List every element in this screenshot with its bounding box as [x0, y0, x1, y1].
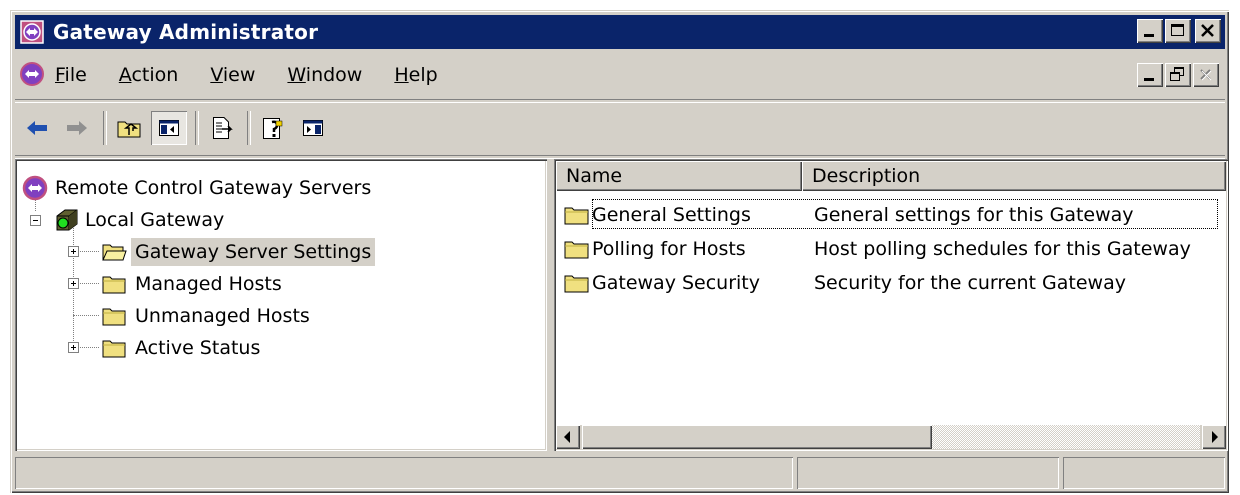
- maximize-icon: [1171, 24, 1184, 36]
- scroll-right-button[interactable]: [1202, 425, 1226, 449]
- minimize-icon: [1144, 78, 1154, 81]
- forward-button[interactable]: [59, 111, 95, 145]
- tree-item-gateway-server-settings[interactable]: Gateway Server Settings: [101, 237, 376, 267]
- forward-icon: [67, 121, 87, 135]
- scroll-left-button[interactable]: [556, 425, 580, 449]
- up-one-level-button[interactable]: [111, 111, 147, 145]
- list-row-general-settings[interactable]: General Settings General settings for th…: [564, 199, 1134, 231]
- scroll-thumb[interactable]: [582, 425, 932, 449]
- console-menu-icon[interactable]: [17, 59, 47, 89]
- tree-item-label: Managed Hosts: [135, 273, 282, 295]
- column-header-name[interactable]: Name: [556, 161, 802, 191]
- back-button[interactable]: [19, 111, 55, 145]
- show-hide-action-pane-icon: [303, 120, 323, 136]
- app-window: Gateway Administrator File Action View W…: [10, 10, 1229, 493]
- tree-root-label: Remote Control Gateway Servers: [55, 177, 372, 199]
- show-hide-tree-icon: [159, 120, 179, 136]
- folder-icon: [102, 276, 126, 294]
- expander-gateway-server-settings[interactable]: [68, 246, 79, 257]
- export-list-icon: [213, 117, 233, 139]
- export-list-button[interactable]: [203, 111, 239, 145]
- help-icon: [263, 118, 283, 139]
- minimize-icon: [1144, 34, 1154, 37]
- list-row-name: Gateway Security: [592, 272, 760, 294]
- minimize-button[interactable]: [1137, 19, 1163, 43]
- up-level-icon: [117, 121, 141, 138]
- arrow-left-icon: [564, 431, 570, 443]
- maximize-button[interactable]: [1165, 19, 1191, 43]
- details-list[interactable]: Name Description General Settings Genera…: [554, 159, 1228, 451]
- close-button[interactable]: [1195, 19, 1221, 43]
- toolbar: [15, 103, 1225, 153]
- menu-action[interactable]: Action: [119, 64, 179, 86]
- close-icon: [1201, 24, 1214, 37]
- menu-window[interactable]: Window: [287, 64, 362, 86]
- folder-icon: [564, 207, 589, 225]
- list-row-polling-for-hosts[interactable]: Polling for Hosts Host polling schedules…: [564, 233, 1191, 265]
- arrow-right-icon: [1212, 431, 1218, 443]
- expander-local-gateway[interactable]: [30, 215, 41, 226]
- back-icon: [27, 121, 47, 135]
- status-cell-3: [1063, 457, 1225, 489]
- status-cell-2: [797, 457, 1059, 489]
- folder-icon: [564, 241, 589, 259]
- folder-icon: [102, 340, 126, 358]
- console-tree[interactable]: Remote Control Gateway Servers Local Gat…: [15, 159, 547, 451]
- show-hide-console-tree-button[interactable]: [151, 111, 187, 145]
- window-title: Gateway Administrator: [53, 20, 319, 44]
- child-close-button: [1193, 63, 1219, 87]
- menu-help[interactable]: Help: [394, 64, 437, 86]
- show-hide-action-pane-button[interactable]: [295, 111, 331, 145]
- tree-item-local-gateway[interactable]: Local Gateway: [53, 205, 228, 235]
- list-row-name: Polling for Hosts: [592, 238, 746, 260]
- menu-bar: File Action View Window Help: [15, 53, 1225, 97]
- remote-control-gateway-icon: [22, 175, 48, 201]
- tree-item-label: Gateway Server Settings: [131, 238, 376, 266]
- tree-item-label: Unmanaged Hosts: [135, 305, 310, 327]
- tree-item-active-status[interactable]: Active Status: [101, 333, 264, 363]
- close-icon: [1200, 69, 1212, 81]
- menu-view[interactable]: View: [210, 64, 255, 86]
- status-cell-main: [15, 457, 793, 489]
- tree-item-label: Active Status: [135, 337, 261, 359]
- expander-active-status[interactable]: [68, 342, 79, 353]
- open-folder-icon: [102, 244, 127, 261]
- folder-icon: [102, 308, 126, 326]
- restore-icon: [1170, 67, 1184, 81]
- list-header: Name Description: [556, 161, 1226, 191]
- child-restore-button[interactable]: [1165, 63, 1191, 87]
- tree-item-managed-hosts[interactable]: Managed Hosts: [101, 269, 286, 299]
- list-row-description: Host polling schedules for this Gateway: [814, 238, 1191, 260]
- list-row-description: Security for the current Gateway: [814, 272, 1126, 294]
- help-button[interactable]: [255, 111, 291, 145]
- list-row-gateway-security[interactable]: Gateway Security Security for the curren…: [564, 267, 1126, 299]
- menu-file[interactable]: File: [55, 64, 87, 86]
- column-header-description[interactable]: Description: [802, 161, 1226, 191]
- list-row-name: General Settings: [592, 204, 751, 226]
- expander-managed-hosts[interactable]: [68, 278, 79, 289]
- status-bar: [15, 457, 1225, 489]
- tree-item-label: Local Gateway: [85, 209, 225, 231]
- folder-icon: [564, 275, 589, 293]
- server-cube-icon: [56, 209, 78, 231]
- list-row-description: General settings for this Gateway: [814, 204, 1134, 226]
- gateway-app-icon: [20, 20, 44, 44]
- horizontal-scrollbar[interactable]: [556, 425, 1226, 449]
- tree-item-unmanaged-hosts[interactable]: Unmanaged Hosts: [101, 301, 314, 331]
- child-minimize-button[interactable]: [1137, 63, 1163, 87]
- tree-root[interactable]: Remote Control Gateway Servers: [21, 173, 375, 203]
- title-bar[interactable]: Gateway Administrator: [15, 15, 1225, 49]
